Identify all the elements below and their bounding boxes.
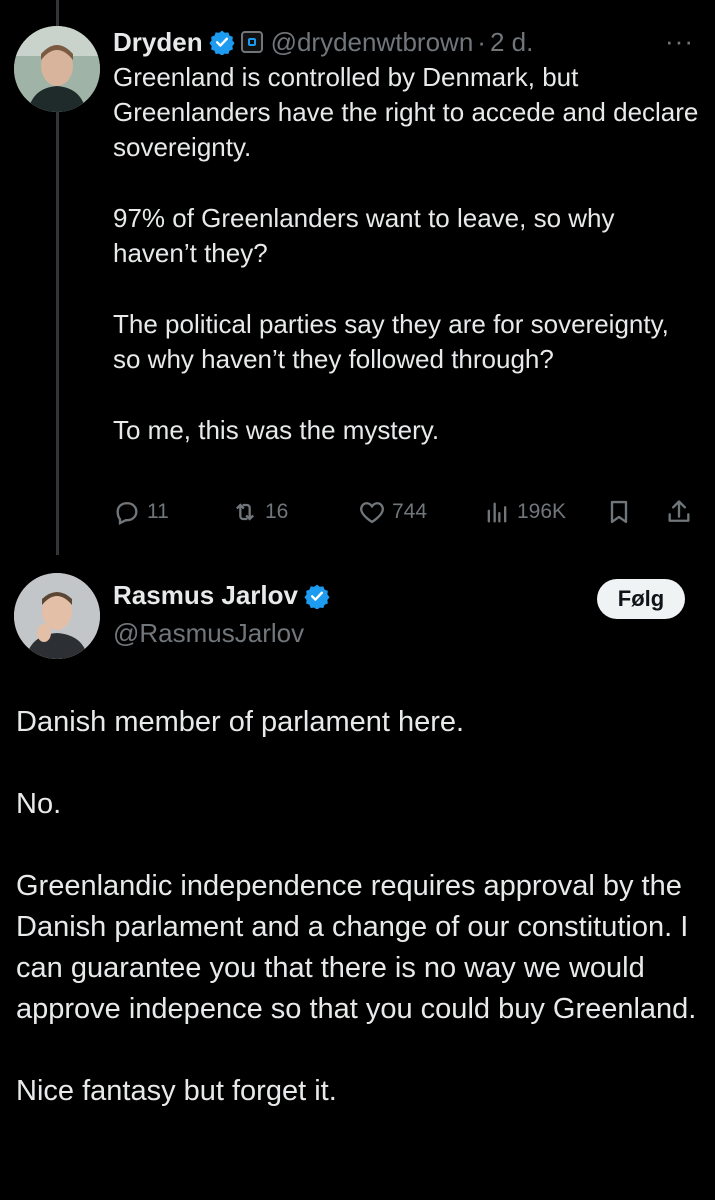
avatar-rasmus-image [14,573,100,659]
views-count: 196K [517,500,567,523]
tweet-paragraph: Danish member of parlament here. [16,706,465,738]
verified-badge-icon [304,584,330,609]
tweet-text: Danish member of parlament here. No. Gre… [16,702,706,1153]
reply-icon [116,502,138,525]
verified-badge-icon [209,30,235,55]
tweet-paragraph: To me, this was the mystery. [113,415,440,445]
timestamp[interactable]: 2 d. [490,27,533,58]
author-name-row: Rasmus Jarlov [113,580,330,611]
tweet-header: Dryden @drydenwtbrown · 2 d. [113,22,533,62]
reply-button[interactable]: 11 [113,498,169,526]
tweet-paragraph: Nice fantasy but forget it. [16,1075,337,1107]
like-button[interactable]: 744 [358,498,427,526]
tweet-paragraph: Greenlandic independence requires approv… [16,870,697,1025]
reply-count: 11 [147,500,169,523]
separator-dot: · [477,26,486,57]
repost-icon [236,503,254,521]
share-button[interactable] [665,498,693,526]
avatar[interactable] [14,573,100,659]
bookmark-button[interactable] [605,498,633,526]
author-name[interactable]: Rasmus Jarlov [113,580,298,611]
like-count: 744 [392,500,428,523]
views-button[interactable]: 196K [483,498,566,526]
tweet-paragraph: The political parties say they are for s… [113,309,669,374]
heart-icon [360,502,384,524]
tweet-actions: 11 16 744 196K [113,498,705,534]
tweet-paragraph: Greenland is controlled by Denmark, but … [113,62,699,162]
avatar[interactable] [14,26,100,112]
views-chart-icon [487,502,507,523]
tweet-text: Greenland is controlled by Denmark, but … [113,60,703,484]
bookmark-icon [610,500,628,524]
repost-button[interactable]: 16 [231,498,288,526]
author-name[interactable]: Dryden [113,27,203,58]
author-handle[interactable]: @drydenwtbrown [271,27,474,58]
share-icon [668,500,690,522]
author-handle[interactable]: @RasmusJarlov [113,618,304,649]
affiliation-badge-icon[interactable] [240,31,263,53]
avatar-dryden-image [14,26,100,112]
tweet-paragraph: 97% of Greenlanders want to leave, so wh… [113,203,615,268]
more-options-icon[interactable]: ··· [665,26,694,57]
follow-button[interactable]: Følg [597,579,685,619]
repost-count: 16 [265,500,289,523]
tweet-paragraph: No. [16,788,62,820]
